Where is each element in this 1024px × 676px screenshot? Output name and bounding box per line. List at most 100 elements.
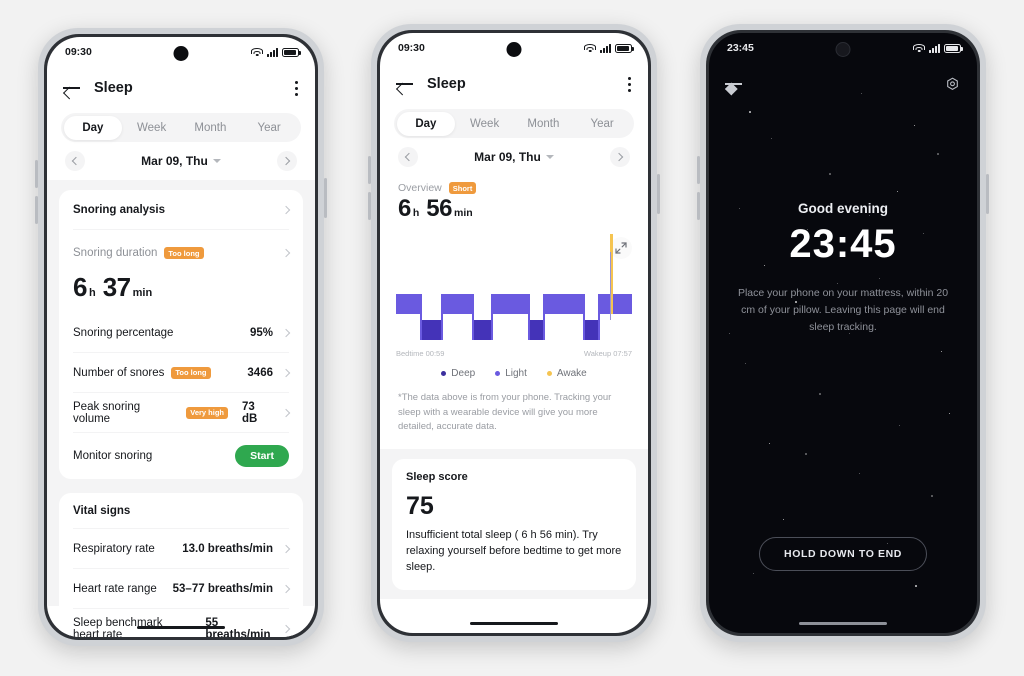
chevron-right-icon xyxy=(281,624,291,634)
volume-down-button[interactable] xyxy=(368,192,371,220)
snoring-duration-value: 6 h 37 min xyxy=(73,270,289,313)
wifi-icon xyxy=(913,43,925,53)
date-text: Mar 09, Thu xyxy=(141,154,208,168)
start-button[interactable]: Start xyxy=(235,445,289,467)
kebab-menu-icon[interactable] xyxy=(628,76,632,92)
kebab-menu-icon[interactable] xyxy=(295,80,299,96)
content-scroll-1[interactable]: Snoring analysis Snoring duration Too lo… xyxy=(47,180,315,637)
phone-frame-3: 23:45 Good evening 23:45 Place your phon… xyxy=(706,30,980,636)
total-hours: 6 xyxy=(398,195,411,222)
volume-down-button[interactable] xyxy=(35,196,38,224)
signal-icon xyxy=(267,47,278,57)
hold-to-end-button[interactable]: HOLD DOWN TO END xyxy=(759,537,927,571)
status-bar-3: 23:45 xyxy=(709,33,977,63)
sleep-stage-connector xyxy=(441,294,444,340)
app-bar-3 xyxy=(709,63,977,105)
sleep-segment-deep xyxy=(583,320,599,340)
snoring-duration-label: Snoring duration xyxy=(73,247,158,259)
status-bar-2: 09:30 xyxy=(380,33,648,63)
prev-day-button[interactable] xyxy=(398,147,418,167)
phone-frame-1: 09:30 Sleep Day Week Month Year Mar 09, … xyxy=(44,34,318,640)
table-row[interactable]: Respiratory rate 13.0 breaths/min xyxy=(73,529,291,569)
status-bar-1: 09:30 xyxy=(47,37,315,67)
volume-down-button[interactable] xyxy=(697,192,700,220)
tab-year[interactable]: Year xyxy=(240,116,299,140)
chevron-right-icon xyxy=(281,205,291,214)
phone-device-2: 09:30 Sleep Day Week Month Year Mar 09, … xyxy=(368,24,660,642)
legend-item-light: Light xyxy=(495,368,527,379)
total-minutes-unit: min xyxy=(453,207,473,219)
legend-item-awake: Awake xyxy=(546,368,587,379)
power-button[interactable] xyxy=(657,174,660,214)
chart-axis-labels: Bedtime 00:59 Wakeup 07:57 xyxy=(396,349,632,358)
sleep-score-card[interactable]: Sleep score 75 Insufficient total sleep … xyxy=(392,459,636,590)
table-row[interactable]: Heart rate range 53–77 breaths/min xyxy=(73,569,291,609)
volume-up-button[interactable] xyxy=(35,160,38,188)
chevron-right-icon xyxy=(281,544,291,553)
tab-month[interactable]: Month xyxy=(514,112,573,136)
date-label[interactable]: Mar 09, Thu xyxy=(141,154,221,168)
signal-icon xyxy=(929,43,940,53)
status-time: 09:30 xyxy=(398,42,425,54)
table-row[interactable]: Peak snoring volume Very high 73 dB xyxy=(73,393,291,433)
app-bar-1: Sleep xyxy=(47,67,315,109)
duration-hours-unit: h xyxy=(88,287,96,299)
volume-up-button[interactable] xyxy=(368,156,371,184)
back-arrow-icon[interactable] xyxy=(63,81,80,95)
volume-up-button[interactable] xyxy=(697,156,700,184)
sleep-stage-connector xyxy=(471,294,474,340)
sleep-segment-light xyxy=(543,294,584,314)
sleep-stage-connector xyxy=(419,294,422,340)
back-arrow-icon[interactable] xyxy=(725,77,742,91)
page-title: Sleep xyxy=(94,80,133,96)
tab-day[interactable]: Day xyxy=(63,115,123,140)
tab-month[interactable]: Month xyxy=(181,116,240,140)
power-button[interactable] xyxy=(986,174,989,214)
sleep-stage-connector xyxy=(528,294,531,340)
snoring-analysis-header-row[interactable]: Snoring analysis xyxy=(73,190,291,230)
table-row[interactable]: Snoring percentage 95% xyxy=(73,313,291,353)
battery-icon xyxy=(944,43,963,53)
tab-day[interactable]: Day xyxy=(396,111,456,136)
sleep-tracking-main: Good evening 23:45 Place your phone on y… xyxy=(709,201,977,335)
sleep-segment-light xyxy=(598,294,632,314)
table-row[interactable]: Number of snores Too long 3466 xyxy=(73,353,291,393)
back-arrow-icon[interactable] xyxy=(396,77,413,91)
row-label: Snoring percentage xyxy=(73,326,174,339)
snoring-duration-row[interactable]: Snoring duration Too long xyxy=(73,230,291,270)
page-title: Sleep xyxy=(427,76,466,92)
tab-year[interactable]: Year xyxy=(573,112,632,136)
sleep-segment-deep xyxy=(420,320,442,340)
phone-screen-sleep-snoring: 09:30 Sleep Day Week Month Year Mar 09, … xyxy=(47,37,315,637)
row-value: 13.0 breaths/min xyxy=(182,542,273,555)
camera-punch-hole xyxy=(835,42,851,57)
home-indicator xyxy=(137,625,225,629)
sleep-segment-light xyxy=(442,294,473,314)
duration-hours: 6 xyxy=(73,272,87,302)
tab-week[interactable]: Week xyxy=(455,112,514,136)
date-text: Mar 09, Thu xyxy=(474,150,541,164)
next-day-button[interactable] xyxy=(610,147,630,167)
caret-down-icon xyxy=(545,155,554,159)
legend-dot-deep xyxy=(441,371,447,376)
legend-label-deep: Deep xyxy=(451,368,476,379)
sleep-segment-light xyxy=(491,294,530,314)
date-label[interactable]: Mar 09, Thu xyxy=(474,150,554,164)
sleep-segment-deep xyxy=(529,320,544,340)
status-icons xyxy=(913,43,963,53)
chevron-right-icon xyxy=(281,584,291,593)
camera-punch-hole xyxy=(506,42,522,57)
sleep-stage-connector xyxy=(582,294,585,340)
gear-icon[interactable] xyxy=(944,76,961,93)
tab-week[interactable]: Week xyxy=(122,116,181,140)
sleep-hypnogram-chart[interactable]: Bedtime 00:59 Wakeup 07:57 xyxy=(396,229,632,364)
power-button[interactable] xyxy=(324,178,327,218)
prev-day-button[interactable] xyxy=(65,151,85,171)
legend-dot-awake xyxy=(546,371,552,376)
battery-icon xyxy=(615,43,634,53)
row-label: Respiratory rate xyxy=(73,542,155,555)
next-day-button[interactable] xyxy=(277,151,297,171)
home-indicator xyxy=(470,621,558,625)
table-row[interactable]: Sleep benchmark heart rate 55 breaths/mi… xyxy=(73,609,291,637)
sleep-segment-deep xyxy=(472,320,492,340)
